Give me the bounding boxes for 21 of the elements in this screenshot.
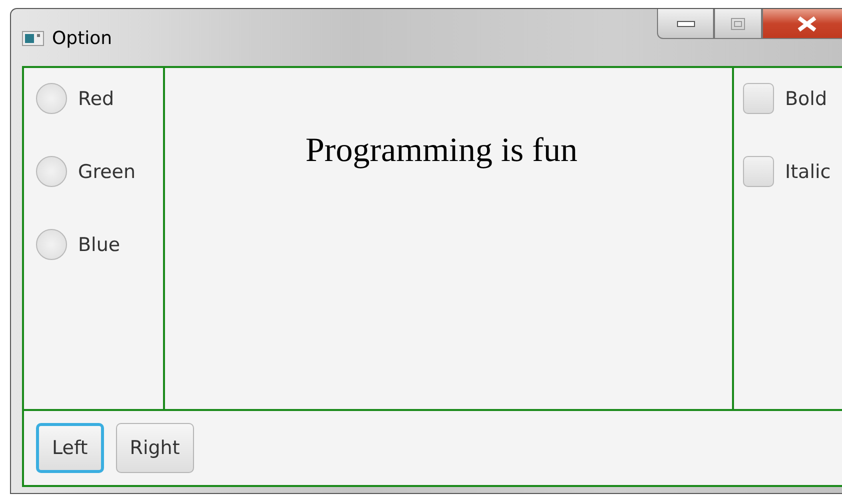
radio-button[interactable] (36, 156, 67, 187)
minimize-button[interactable] (657, 9, 714, 39)
radio-label: Red (78, 88, 114, 110)
close-icon (796, 16, 818, 32)
radio-label: Green (78, 160, 136, 182)
checkbox[interactable] (743, 83, 774, 114)
minimize-icon (676, 20, 694, 26)
checkbox[interactable] (743, 156, 774, 187)
push-button[interactable]: Right (116, 423, 194, 473)
checkbox-label: Italic (785, 160, 831, 182)
radio-label: Blue (78, 234, 120, 256)
push-button[interactable]: Left (36, 423, 104, 473)
app-icon (22, 31, 44, 46)
close-button[interactable] (762, 9, 842, 39)
checkbox-label: Bold (785, 88, 827, 110)
window-title: Option (52, 28, 112, 49)
maximize-icon (731, 18, 745, 30)
radio-button[interactable] (36, 229, 67, 260)
maximize-button[interactable] (714, 9, 762, 39)
radio-button[interactable] (36, 83, 67, 114)
message-text: Programming is fun (306, 132, 578, 171)
